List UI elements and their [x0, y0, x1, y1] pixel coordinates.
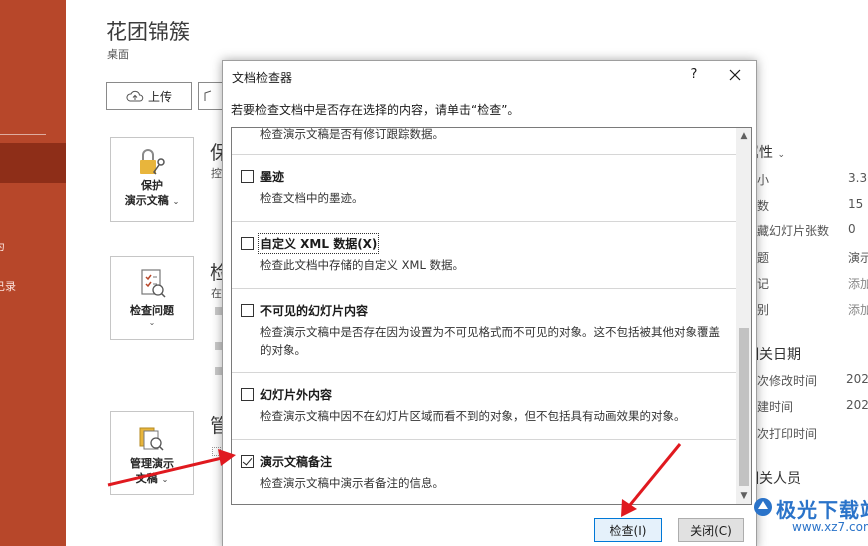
inspect-button[interactable]: 检查(I) [594, 518, 662, 542]
item-description: 检查演示文稿中演示者备注的信息。 [260, 476, 444, 490]
sidebar-item[interactable]: 己录 [0, 278, 16, 294]
manage-label-line1: 管理演示 [130, 457, 174, 470]
list-item: 演示文稿备注 检查演示文稿中演示者备注的信息。 [232, 440, 736, 504]
presentation-notes-checkbox[interactable] [241, 455, 254, 468]
item-description: 检查演示文稿是否有修订跟踪数据。 [260, 127, 444, 141]
watermark-text: 极光下载站 [776, 498, 868, 522]
list-item: 自定义 XML 数据(X) 检查此文档中存储的自定义 XML 数据。 [232, 222, 736, 289]
manage-label-line2-row: 文稿 ⌄ [136, 471, 169, 487]
watermark-logo-icon [754, 498, 772, 516]
inspection-list[interactable]: 检查演示文稿是否有修订跟踪数据。 墨迹 检查文档中的墨迹。 自定义 XML 数据… [231, 127, 752, 505]
item-description: 检查演示文稿中是否存在因为设置为不可见格式而不可见的对象。这不包括被其他对象覆盖… [260, 325, 720, 357]
protect-label-line1: 保护 [141, 179, 163, 192]
checklist-icon [141, 269, 166, 298]
property-value: 0 [848, 222, 856, 236]
upload-label: 上传 [147, 89, 172, 104]
sidebar-divider [0, 134, 46, 135]
list-item: 检查演示文稿是否有修订跟踪数据。 [232, 128, 736, 155]
item-title[interactable]: 墨迹 [260, 168, 284, 185]
item-header: 幻灯片外内容 [241, 386, 332, 403]
ink-checkbox[interactable] [241, 170, 254, 183]
protect-presentation-button[interactable]: 保护 演示文稿 ⌄ [110, 137, 194, 222]
manage-documents-icon [139, 427, 164, 451]
sidebar-item[interactable]: 为 [0, 238, 5, 254]
item-title[interactable]: 不可见的幻灯片内容 [260, 302, 368, 319]
watermark-url: www.xz7.com [792, 520, 868, 534]
item-title[interactable]: 演示文稿备注 [260, 453, 332, 470]
dialog-instruction: 若要检查文档中是否存在选择的内容，请单击“检查”。 [231, 103, 520, 117]
help-button[interactable]: ? [684, 67, 704, 82]
vertical-scrollbar[interactable]: ▲ ▼ [736, 128, 751, 504]
document-inspector-dialog: 文档检查器 ? 若要检查文档中是否存在选择的内容，请单击“检查”。 检查演示文稿… [222, 60, 757, 546]
document-location: 桌面 [107, 48, 129, 61]
off-slide-content-checkbox[interactable] [241, 388, 254, 401]
date-value: 202 [846, 398, 868, 412]
protect-section-text: 控 [211, 167, 222, 180]
site-watermark: 极光下载站 www.xz7.com [752, 494, 868, 544]
chevron-down-icon: ⌄ [148, 318, 156, 327]
document-title: 花团锦簇 [106, 20, 190, 44]
backstage-sidebar: 为 己录 [0, 0, 66, 546]
scroll-up-icon[interactable]: ▲ [736, 128, 751, 144]
protect-label-row: 演示文稿 ⌄ [125, 193, 180, 209]
upload-button[interactable]: 上传 [106, 82, 192, 110]
manage-presentation-button[interactable]: 管理演示 文稿 ⌄ [110, 411, 194, 495]
custom-xml-checkbox[interactable] [241, 237, 254, 250]
lock-key-icon [140, 149, 165, 175]
chevron-down-icon: ⌄ [777, 150, 785, 160]
check-issues-label: 检查问题 [130, 304, 174, 317]
item-description: 检查此文档中存储的自定义 XML 数据。 [260, 258, 465, 272]
close-button[interactable]: 关闭(C) [678, 518, 744, 542]
cloud-upload-icon [126, 90, 144, 102]
share-icon [204, 90, 212, 101]
list-item: 幻灯片外内容 检查演示文稿中因不在幻灯片区域而看不到的对象，但不包括具有动画效果… [232, 373, 736, 440]
chevron-down-icon: ⌄ [161, 475, 169, 484]
inspect-section-text: 在 [211, 287, 222, 300]
dialog-title: 文档检查器 [232, 71, 293, 85]
close-icon[interactable] [725, 65, 745, 85]
sidebar-item-info[interactable] [0, 143, 66, 183]
item-title[interactable]: 自定义 XML 数据(X) [257, 233, 380, 254]
property-label: 隐藏幻灯片张数 [745, 224, 830, 238]
property-value: 3.30 [848, 171, 868, 185]
chevron-down-icon: ⌄ [172, 197, 180, 206]
list-item: 不可见的幻灯片内容 检查演示文稿中是否存在因为设置为不可见格式而不可见的对象。这… [232, 289, 736, 373]
property-value[interactable]: 演示 [848, 249, 868, 266]
item-header: 演示文稿备注 [241, 453, 332, 470]
list-item: 墨迹 检查文档中的墨迹。 [232, 155, 736, 222]
check-for-issues-button[interactable]: 检查问题 ⌄ [110, 256, 194, 340]
item-header: 不可见的幻灯片内容 [241, 302, 368, 319]
property-value: 15 [848, 197, 864, 211]
scroll-down-icon[interactable]: ▼ [736, 488, 751, 504]
scroll-thumb[interactable] [739, 328, 749, 486]
date-value: 202 [846, 372, 868, 386]
item-header: 墨迹 [241, 168, 284, 185]
property-value[interactable]: 添加 [848, 275, 868, 292]
property-value[interactable]: 添加 [848, 301, 868, 318]
item-title[interactable]: 幻灯片外内容 [260, 386, 332, 403]
invisible-content-checkbox[interactable] [241, 304, 254, 317]
manage-small-icon [212, 447, 221, 456]
protect-label-line2: 演示文稿 [124, 194, 169, 207]
item-description: 检查文档中的墨迹。 [260, 191, 364, 205]
item-header: 自定义 XML 数据(X) [241, 233, 380, 254]
item-description: 检查演示文稿中因不在幻灯片区域而看不到的对象，但不包括具有动画效果的对象。 [260, 409, 686, 423]
manage-label-line2: 文稿 [135, 472, 158, 485]
